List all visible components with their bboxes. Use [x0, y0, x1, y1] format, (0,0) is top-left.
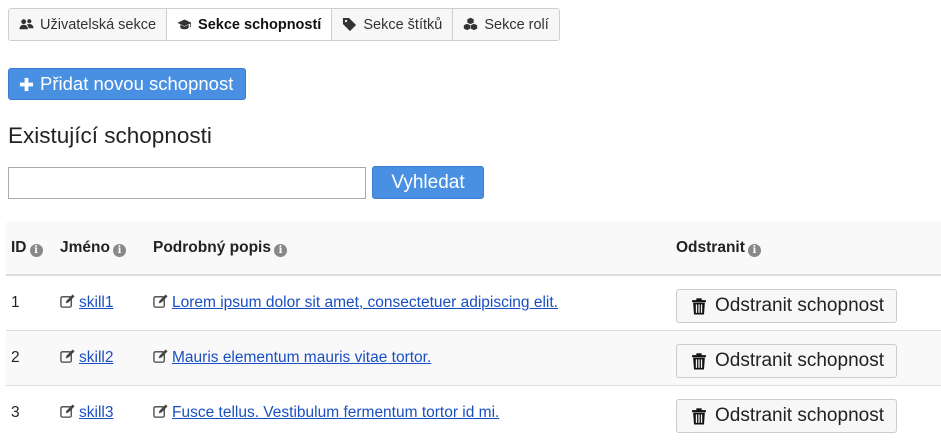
column-header-delete: Odstraniti	[671, 222, 941, 275]
info-icon[interactable]: i	[748, 244, 761, 257]
search-button[interactable]: Vyhledat	[372, 166, 484, 199]
delete-label: Odstranit schopnost	[715, 295, 884, 317]
skill-description-link[interactable]: Mauris elementum mauris vitae tortor.	[172, 349, 431, 366]
edit-icon	[153, 294, 168, 309]
column-label: ID	[11, 239, 27, 256]
plus-icon	[19, 77, 34, 92]
table-header-row: IDi Jménoi Podrobný popisi Odstraniti	[6, 222, 941, 275]
tab-label: Sekce štítků	[363, 17, 442, 33]
delete-skill-button[interactable]: Odstranit schopnost	[676, 344, 897, 378]
info-icon[interactable]: i	[113, 244, 126, 257]
cell-delete: Odstranit schopnost	[671, 275, 941, 331]
cell-description: Lorem ipsum dolor sit amet, consectetuer…	[148, 275, 671, 331]
tab-users[interactable]: Uživatelská sekce	[9, 9, 167, 40]
column-header-id: IDi	[6, 222, 55, 275]
skill-name-link[interactable]: skill3	[79, 404, 113, 421]
column-label: Odstranit	[676, 239, 745, 256]
tab-roles[interactable]: Sekce rolí	[453, 9, 558, 40]
edit-icon	[60, 404, 75, 419]
table-row: 2 skill2 Mauris elementum mauris vitae t…	[6, 331, 941, 386]
graduation-cap-icon	[177, 17, 192, 32]
cell-description: Mauris elementum mauris vitae tortor.	[148, 331, 671, 386]
cell-name: skill1	[55, 275, 148, 331]
add-skill-label: Přidat novou schopnost	[40, 73, 233, 95]
cubes-icon	[463, 17, 478, 32]
users-icon	[19, 17, 34, 32]
column-header-name: Jménoi	[55, 222, 148, 275]
cell-delete: Odstranit schopnost	[671, 331, 941, 386]
edit-icon	[153, 349, 168, 364]
search-input[interactable]	[8, 167, 366, 199]
column-label: Jméno	[60, 239, 110, 256]
delete-label: Odstranit schopnost	[715, 350, 884, 372]
skill-name-link[interactable]: skill1	[79, 294, 113, 311]
delete-skill-button[interactable]: Odstranit schopnost	[676, 289, 897, 323]
section-title: Existující schopnosti	[8, 123, 212, 149]
skills-table: IDi Jménoi Podrobný popisi Odstraniti 1 …	[6, 222, 941, 440]
skill-name-link[interactable]: skill2	[79, 349, 113, 366]
info-icon[interactable]: i	[30, 244, 43, 257]
section-tabs: Uživatelská sekce Sekce schopností Sekce…	[8, 8, 560, 41]
trash-icon	[691, 298, 707, 315]
column-header-description: Podrobný popisi	[148, 222, 671, 275]
tag-icon	[342, 17, 357, 32]
edit-icon	[60, 294, 75, 309]
skill-description-link[interactable]: Lorem ipsum dolor sit amet, consectetuer…	[172, 294, 558, 311]
cell-name: skill2	[55, 331, 148, 386]
tab-skills[interactable]: Sekce schopností	[167, 9, 332, 40]
delete-label: Odstranit schopnost	[715, 405, 884, 427]
cell-id: 2	[6, 331, 55, 386]
column-label: Podrobný popis	[153, 239, 271, 256]
skill-description-link[interactable]: Fusce tellus. Vestibulum fermentum torto…	[172, 404, 499, 421]
trash-icon	[691, 353, 707, 370]
tab-label: Sekce schopností	[198, 17, 321, 33]
info-icon[interactable]: i	[274, 244, 287, 257]
add-skill-button[interactable]: Přidat novou schopnost	[8, 68, 246, 100]
tab-label: Sekce rolí	[484, 17, 548, 33]
cell-id: 1	[6, 275, 55, 331]
edit-icon	[60, 349, 75, 364]
trash-icon	[691, 408, 707, 425]
tab-tags[interactable]: Sekce štítků	[332, 9, 453, 40]
tab-label: Uživatelská sekce	[40, 17, 156, 33]
delete-skill-button[interactable]: Odstranit schopnost	[676, 399, 897, 433]
edit-icon	[153, 404, 168, 419]
table-row: 1 skill1 Lorem ipsum dolor sit amet, con…	[6, 275, 941, 331]
